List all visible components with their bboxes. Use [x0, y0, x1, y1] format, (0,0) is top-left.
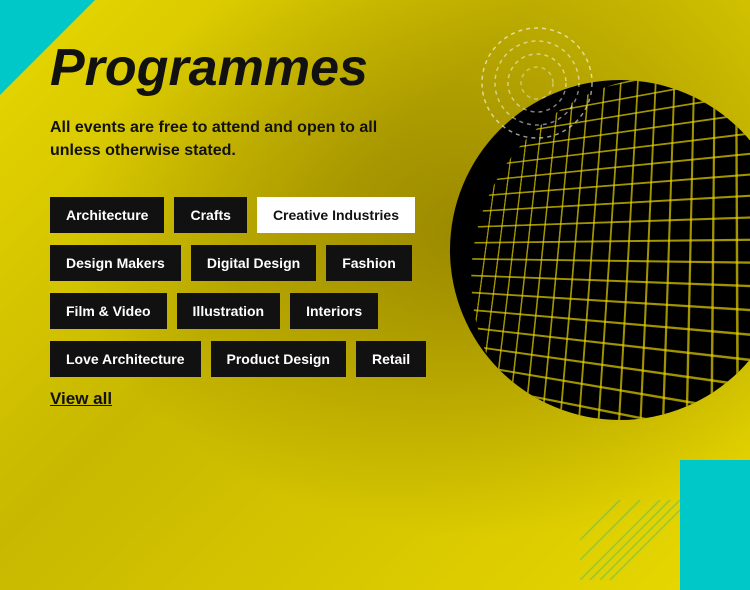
tag-film-video[interactable]: Film & Video — [50, 293, 167, 329]
tags-container: Architecture Crafts Creative Industries … — [50, 197, 480, 377]
teal-accent-bottomright — [680, 460, 750, 590]
view-all-link[interactable]: View all — [50, 389, 112, 409]
tag-creative-industries[interactable]: Creative Industries — [257, 197, 415, 233]
tag-design-makers[interactable]: Design Makers — [50, 245, 181, 281]
tag-architecture[interactable]: Architecture — [50, 197, 164, 233]
page-title: Programmes — [50, 40, 480, 97]
tag-product-design[interactable]: Product Design — [211, 341, 346, 377]
tag-interiors[interactable]: Interiors — [290, 293, 378, 329]
tags-row-4: Love Architecture Product Design Retail — [50, 341, 480, 377]
tag-love-architecture[interactable]: Love Architecture — [50, 341, 201, 377]
main-content: Programmes All events are free to attend… — [0, 0, 520, 439]
page-wrapper: Programmes All events are free to attend… — [0, 0, 750, 590]
tags-row-3: Film & Video Illustration Interiors — [50, 293, 480, 329]
tags-row-1: Architecture Crafts Creative Industries — [50, 197, 480, 233]
tag-fashion[interactable]: Fashion — [326, 245, 412, 281]
tags-row-2: Design Makers Digital Design Fashion — [50, 245, 480, 281]
tag-digital-design[interactable]: Digital Design — [191, 245, 316, 281]
tag-retail[interactable]: Retail — [356, 341, 426, 377]
subtitle-text: All events are free to attend and open t… — [50, 117, 430, 162]
diagonal-lines-decoration — [580, 500, 680, 580]
tag-illustration[interactable]: Illustration — [177, 293, 281, 329]
tag-crafts[interactable]: Crafts — [174, 197, 246, 233]
